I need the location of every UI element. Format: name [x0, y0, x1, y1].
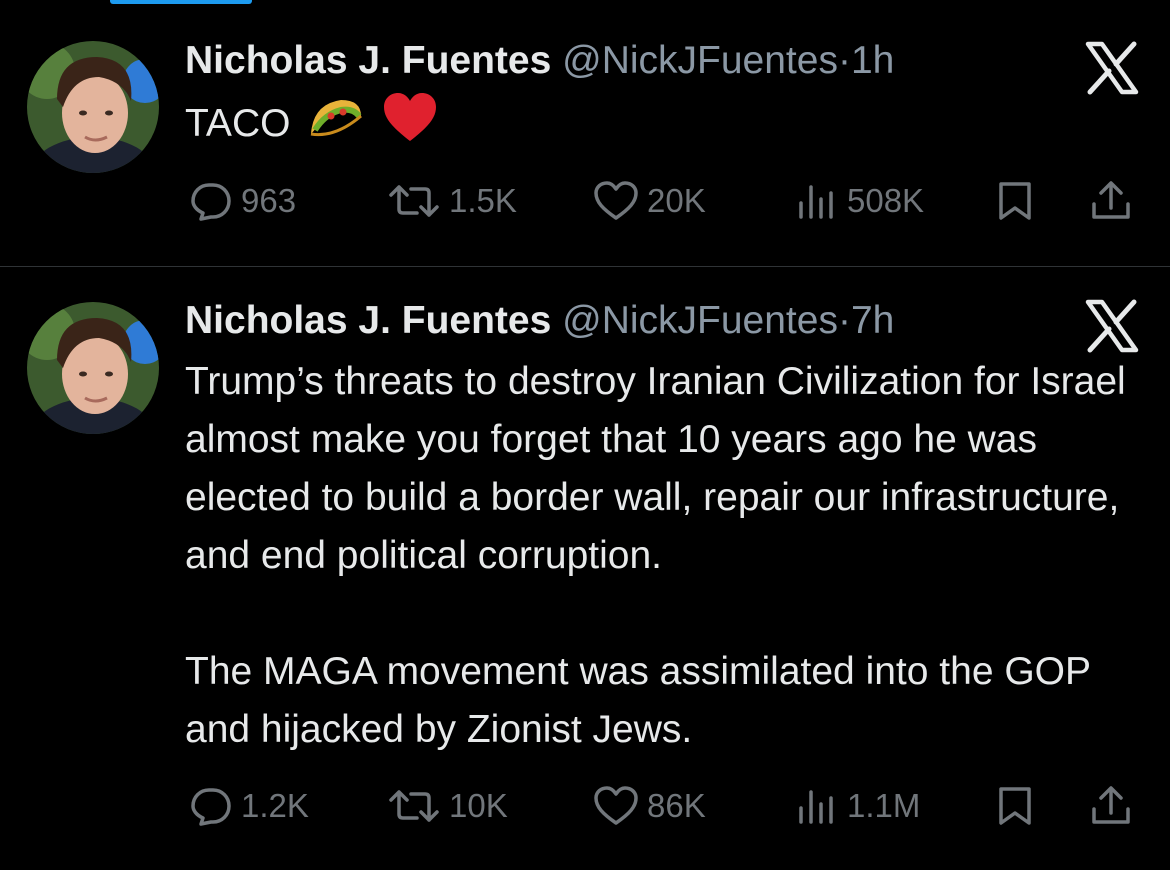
views-count: 1.1M — [847, 787, 921, 824]
share-button[interactable] — [1089, 176, 1133, 226]
repost-button[interactable]: 10K — [387, 781, 508, 831]
bookmark-icon — [999, 182, 1031, 220]
tweet-time[interactable]: 7h — [851, 299, 894, 342]
repost-icon — [389, 185, 439, 217]
repost-button[interactable]: 1.5K — [387, 176, 517, 226]
views-count: 508K — [847, 182, 925, 219]
like-button[interactable]: 20K — [593, 176, 706, 226]
tweet-time[interactable]: 1h — [851, 39, 894, 82]
reply-button[interactable]: 963 — [189, 176, 296, 226]
author-name[interactable]: Nicholas J. Fuentes — [185, 299, 551, 342]
repost-icon — [389, 790, 439, 822]
avatar[interactable] — [27, 41, 159, 173]
tweet-card[interactable]: Nicholas J. Fuentes @NickJFuentes·7h Tru… — [0, 267, 1170, 870]
repost-count: 1.5K — [449, 182, 517, 219]
avatar[interactable] — [27, 302, 159, 434]
like-count: 86K — [647, 787, 706, 824]
tweet-actions: 963 1.5K 20K 508K — [185, 176, 1145, 226]
screenshot: Nicholas J. Fuentes @NickJFuentes·1h TAC… — [0, 0, 1170, 870]
separator-dot: · — [837, 299, 851, 342]
repost-count: 10K — [449, 787, 508, 824]
author-handle[interactable]: @NickJFuentes — [562, 299, 838, 342]
tweet-text-paragraph: TACO — [185, 101, 291, 145]
share-icon — [1092, 786, 1130, 824]
share-icon — [1092, 181, 1130, 219]
reply-count: 1.2K — [241, 787, 309, 824]
x-logo-icon — [1084, 41, 1140, 95]
tweet-text: Trump’s threats to destroy Iranian Civil… — [185, 353, 1155, 759]
tweet-card[interactable]: Nicholas J. Fuentes @NickJFuentes·1h TAC… — [0, 0, 1170, 267]
tweet-text-paragraph: Trump’s threats to destroy Iranian Civil… — [185, 360, 1126, 577]
x-logo-icon — [1084, 299, 1140, 353]
tweet-text: TACO — [185, 91, 1155, 160]
tweet-actions: 1.2K 10K 86K 1.1M — [185, 781, 1145, 831]
bookmark-button[interactable] — [995, 781, 1035, 831]
like-button[interactable]: 86K — [593, 781, 706, 831]
tweet-header: Nicholas J. Fuentes @NickJFuentes·1h — [185, 38, 894, 84]
like-icon — [594, 181, 638, 220]
tweet-text-paragraph: The MAGA movement was assimilated into t… — [185, 650, 1091, 751]
share-button[interactable] — [1089, 781, 1133, 831]
reply-icon — [191, 183, 231, 221]
reply-button[interactable]: 1.2K — [189, 781, 309, 831]
author-handle[interactable]: @NickJFuentes — [562, 39, 838, 82]
views-icon — [799, 185, 833, 219]
like-count: 20K — [647, 182, 706, 219]
taco-icon — [307, 94, 365, 157]
bookmark-icon — [999, 787, 1031, 825]
author-name[interactable]: Nicholas J. Fuentes — [185, 39, 551, 82]
tweet-header: Nicholas J. Fuentes @NickJFuentes·7h — [185, 298, 894, 344]
separator-dot: · — [837, 39, 851, 82]
views-button[interactable]: 1.1M — [795, 781, 920, 831]
reply-icon — [191, 788, 231, 826]
red-heart-icon — [382, 91, 438, 160]
bookmark-button[interactable] — [995, 176, 1035, 226]
reply-count: 963 — [241, 182, 297, 219]
views-icon — [799, 790, 833, 824]
views-button[interactable]: 508K — [795, 176, 924, 226]
like-icon — [594, 786, 638, 825]
